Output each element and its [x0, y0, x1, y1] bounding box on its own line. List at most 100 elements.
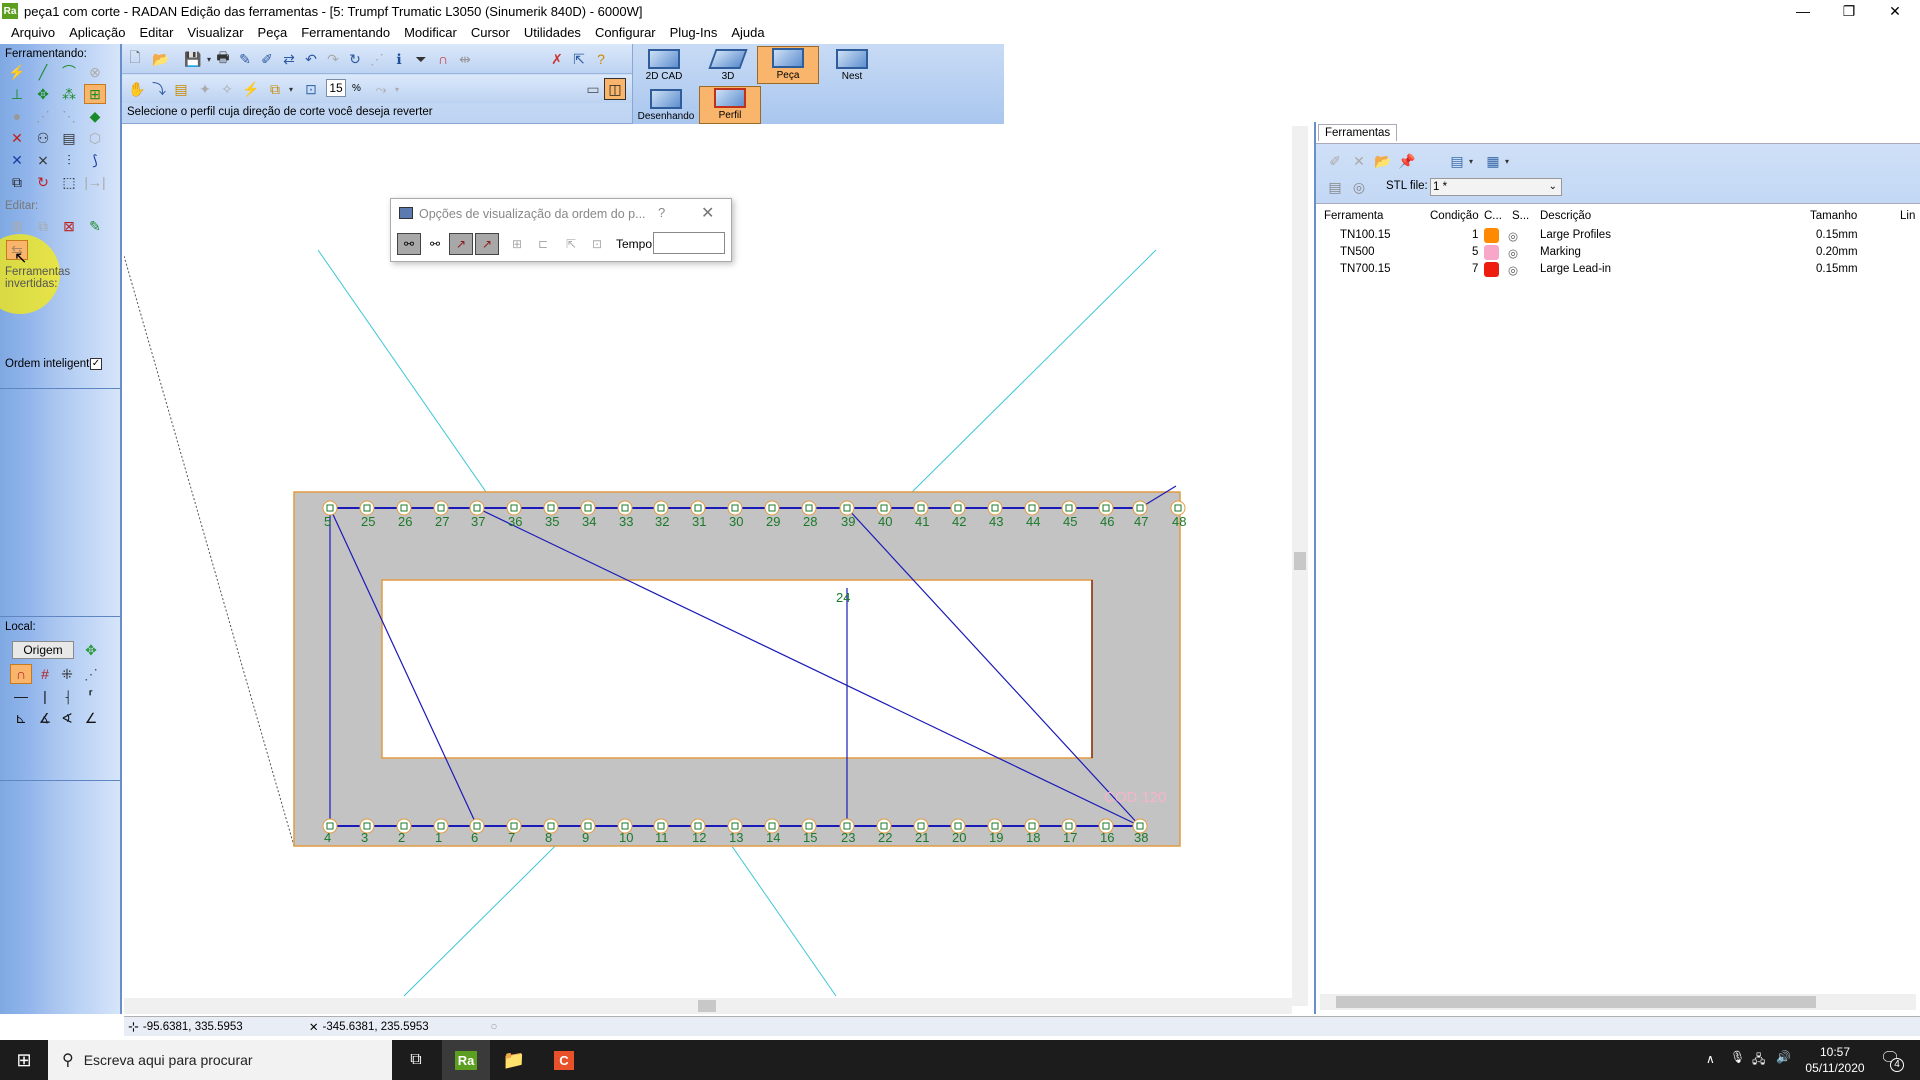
split-tool-icon[interactable]: ⫶ [58, 150, 80, 170]
cross-tool-icon[interactable]: ✕ [6, 150, 28, 170]
pierce-point-marker[interactable] [543, 500, 559, 516]
table-row[interactable]: TN100.15 1 ◎ Large Profiles 0.15mm [1316, 228, 1916, 245]
pierce-point-marker[interactable] [1132, 500, 1148, 516]
pierce-point-marker[interactable] [469, 500, 485, 516]
micro-joint-tool-icon[interactable]: ✥ [32, 84, 54, 104]
column-header-s[interactable]: S... [1512, 210, 1529, 222]
lead-icon[interactable]: ⚡ [240, 78, 262, 100]
minimize-button[interactable]: — [1780, 0, 1826, 22]
canvas-horizontal-scrollbar[interactable] [124, 998, 1292, 1014]
lead-in-tool-icon[interactable]: ⚡ [6, 62, 28, 82]
sequence-reorder-icon[interactable]: ⤵ [148, 78, 170, 100]
open-folder-icon[interactable]: 📂 [150, 48, 172, 70]
pierce-point-marker[interactable] [617, 500, 633, 516]
parallel-x-icon[interactable]: ⸡ [56, 686, 78, 706]
rotate-tool-icon[interactable]: ↻ [32, 172, 54, 192]
angle-snap-2-icon[interactable]: ∢ [56, 708, 78, 728]
pierce-point-marker[interactable] [1061, 500, 1077, 516]
menu-ajuda[interactable]: Ajuda [724, 25, 771, 40]
ordem-inteligente-checkbox[interactable]: ✓ [90, 358, 102, 370]
restore-button[interactable]: ❐ [1826, 0, 1872, 22]
column-header-color[interactable]: C... [1484, 210, 1502, 222]
snap-magnet-icon[interactable]: ∩ [10, 664, 32, 684]
table-row[interactable]: TN500 5 ◎ Marking 0.20mm [1316, 245, 1916, 262]
start-button[interactable]: ⊞ [0, 1040, 48, 1080]
whats-this-icon[interactable]: ⇱ [568, 48, 590, 70]
column-header-ferramenta[interactable]: Ferramenta [1324, 210, 1383, 222]
part-inner-hole[interactable] [381, 579, 1093, 759]
filter-icon[interactable]: ⏷ [410, 48, 432, 70]
pierce-point-marker[interactable] [987, 500, 1003, 516]
frame-tool-icon[interactable]: ⬚ [58, 172, 80, 192]
move-tool-icon[interactable]: ⚇ [32, 128, 54, 148]
file-explorer-icon[interactable]: 📁 [490, 1040, 538, 1080]
menu-ferramentando[interactable]: Ferramentando [294, 25, 397, 40]
menu-editar[interactable]: Editar [132, 25, 180, 40]
table-row[interactable]: TN700.15 7 ◎ Large Lead-in 0.15mm [1316, 262, 1916, 279]
vertical-scroll-thumb[interactable] [1294, 552, 1306, 570]
perpendicular-tool-icon[interactable]: ⊥ [6, 84, 28, 104]
mode-2d-cad[interactable]: 2D CAD [633, 46, 695, 84]
mode-desenhando[interactable]: Desenhando [635, 86, 697, 124]
split-horizontal-icon[interactable]: ▭ [582, 78, 604, 100]
help-icon[interactable]: ? [590, 48, 612, 70]
print-icon[interactable]: 🖶 [212, 48, 234, 70]
layers-dropdown-icon[interactable]: ▾ [280, 78, 302, 100]
menu-aplicacao[interactable]: Aplicação [62, 25, 132, 40]
menu-configurar[interactable]: Configurar [588, 25, 663, 40]
columns-view-dropdown-icon[interactable]: ▾ [1496, 150, 1518, 172]
notification-center-icon[interactable]: 🗨 4 [1880, 1048, 1904, 1072]
swap-icon[interactable]: ⇄ [278, 48, 300, 70]
cross-small-tool-icon[interactable]: ⨯ [32, 150, 54, 170]
origem-button[interactable]: Origem [12, 641, 74, 659]
pierce-point-marker[interactable] [322, 500, 338, 516]
grid-icon[interactable]: # [34, 664, 56, 684]
tool-library-icon[interactable]: ▤ [1324, 176, 1346, 198]
tab-ferramentas[interactable]: Ferramentas [1318, 124, 1398, 141]
tools-horizontal-scrollbar[interactable] [1320, 994, 1916, 1010]
mode-nest[interactable]: Nest [821, 46, 883, 84]
system-clock[interactable]: 10:57 05/11/2020 [1800, 1044, 1870, 1076]
angle-snap-1-icon[interactable]: ∡ [34, 708, 56, 728]
pierce-point-marker[interactable] [653, 500, 669, 516]
tools-scroll-thumb[interactable] [1336, 996, 1816, 1008]
sequence-tool-icon[interactable]: ⊞ [84, 84, 106, 104]
turret-icon[interactable]: ◎ [1348, 176, 1370, 198]
horizontal-constraint-icon[interactable]: — [10, 686, 32, 706]
pan-hand-icon[interactable]: ✋ [126, 78, 148, 100]
mode-peca[interactable]: Peça [757, 46, 819, 84]
show-direction-toggle[interactable]: ↗ [449, 233, 473, 255]
split-vertical-icon[interactable]: ◫ [604, 78, 626, 100]
arc-tool-icon[interactable]: ⌒ [58, 62, 80, 82]
column-header-tamanho[interactable]: Tamanho [1810, 210, 1857, 222]
pierce-point-marker[interactable] [1170, 500, 1186, 516]
network-icon[interactable]: 🖧 [1752, 1050, 1765, 1071]
column-header-lin[interactable]: Lin [1900, 210, 1915, 222]
taskbar-radan-app[interactable]: Ra [442, 1040, 490, 1080]
info-icon[interactable]: ℹ [388, 48, 410, 70]
pierce-point-marker[interactable] [876, 500, 892, 516]
tray-expand-icon[interactable]: ∧ [1706, 1052, 1715, 1066]
mode-3d[interactable]: 3D [697, 46, 759, 84]
dialog-help-button[interactable]: ? [658, 205, 665, 220]
pencil-icon[interactable]: ✎ [234, 48, 256, 70]
pierce-point-marker[interactable] [727, 500, 743, 516]
close-button[interactable]: ✕ [1872, 0, 1918, 22]
mode-perfil[interactable]: Perfil [699, 86, 761, 124]
marker-tool-icon[interactable]: ◆ [84, 106, 106, 126]
offset-tool-icon[interactable]: ⟆ [84, 150, 106, 170]
column-header-condicao[interactable]: Condição [1430, 210, 1479, 222]
menu-plug-ins[interactable]: Plug-Ins [663, 25, 725, 40]
canvas-vertical-scrollbar[interactable] [1292, 126, 1308, 1006]
pierce-point-marker[interactable] [764, 500, 780, 516]
pierce-point-marker[interactable] [506, 500, 522, 516]
microphone-icon[interactable]: 🎙 [1730, 1050, 1745, 1064]
delete-tool-cross-icon[interactable]: ✗ [546, 48, 568, 70]
vertical-constraint-icon[interactable]: | [34, 686, 56, 706]
show-sequence-numbers-toggle[interactable]: ↗ [475, 233, 499, 255]
origin-move-icon[interactable]: ✥ [80, 640, 102, 660]
line-tool-icon[interactable]: ╱ [32, 62, 54, 82]
pierce-point-marker[interactable] [690, 500, 706, 516]
delete-sequence-icon[interactable]: ⊠ [58, 216, 80, 236]
tempo-input[interactable] [653, 232, 725, 254]
